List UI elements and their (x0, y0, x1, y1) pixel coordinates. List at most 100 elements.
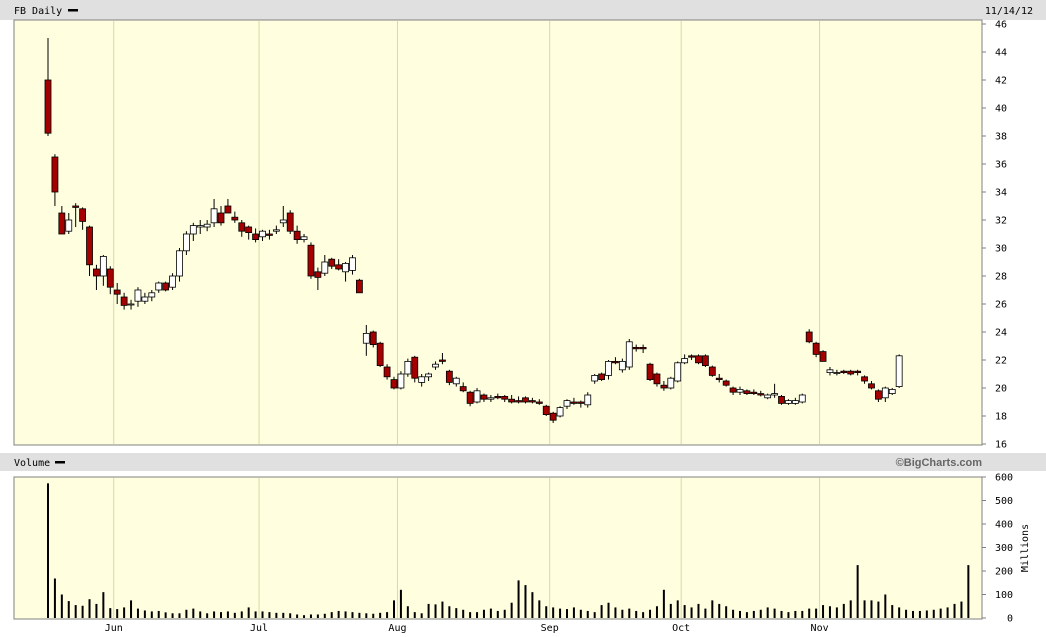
candle-body (743, 390, 751, 394)
volume-bar (171, 613, 174, 618)
volume-bar (53, 578, 56, 618)
volume-y-tick-label: 100 (995, 590, 1013, 601)
price-header-date: 11/14/12 (985, 6, 1033, 17)
volume-bar (275, 612, 278, 618)
price-header-bar (0, 0, 1046, 20)
candle (625, 339, 633, 370)
candle-body (861, 376, 868, 382)
candle-body (418, 376, 426, 383)
volume-bar (566, 609, 568, 618)
candle-body (791, 400, 799, 404)
volume-bar (732, 609, 735, 618)
candle-body (515, 400, 522, 403)
volume-panel-bg (13, 476, 983, 620)
price-y-tick-label: 30 (995, 244, 1007, 255)
volume-bar (607, 602, 610, 618)
volume-bar (808, 608, 811, 618)
volume-bar (828, 606, 831, 618)
candle-body (113, 289, 121, 295)
candle-body (819, 351, 827, 362)
candle-body (591, 374, 599, 382)
candle-body (605, 360, 612, 376)
volume-bar (780, 610, 783, 618)
volume-bar (455, 608, 458, 618)
candle (895, 354, 903, 388)
volume-bar (877, 601, 880, 618)
candle-body (750, 391, 758, 395)
candle-body (397, 373, 405, 389)
price-y-tick-label: 32 (995, 216, 1007, 227)
candle-body (771, 393, 778, 396)
candle-body (646, 363, 654, 381)
candle (798, 393, 806, 404)
volume-bar (856, 565, 859, 618)
volume-bar (427, 603, 430, 618)
volume-bar (835, 607, 838, 618)
candle-body (127, 303, 135, 306)
candle-body (722, 380, 730, 386)
candle-body (847, 370, 855, 375)
price-y-tick-label: 24 (995, 328, 1007, 339)
volume-bar (482, 609, 485, 618)
volume-bar (635, 610, 638, 618)
candle (522, 396, 529, 404)
volume-bar (718, 603, 721, 618)
volume-bar (150, 611, 153, 618)
volume-bar (282, 612, 285, 618)
volume-bar (47, 483, 49, 618)
volume-bar (642, 612, 645, 618)
candle-body (812, 342, 820, 355)
candle-body (778, 395, 785, 404)
volume-bar (579, 609, 582, 618)
candle-body (674, 362, 682, 382)
volume-bar (316, 614, 319, 618)
volume-bar (372, 613, 375, 618)
candle-body (653, 373, 661, 385)
candle-body (425, 373, 433, 378)
candle-body (881, 387, 889, 399)
candle-body (439, 359, 446, 362)
candle-body (390, 379, 398, 389)
candle-body (715, 377, 723, 381)
volume-bar (628, 608, 631, 618)
candle-body (196, 225, 204, 228)
volume-bar (766, 607, 769, 618)
volume-bar (842, 603, 845, 618)
volume-bar (303, 615, 306, 618)
candle-body (702, 355, 709, 366)
candle-body (529, 400, 536, 403)
candle (404, 358, 412, 377)
volume-bar (891, 605, 894, 618)
price-y-tick-label: 18 (995, 412, 1007, 423)
candle-body (473, 390, 481, 403)
volume-bar (531, 592, 534, 618)
candle-body (383, 366, 391, 378)
volume-bar (296, 614, 299, 618)
candle (556, 406, 564, 418)
volume-bar (649, 609, 652, 618)
candle-body (279, 219, 287, 224)
volume-bar (849, 600, 852, 618)
volume-bar (815, 608, 818, 618)
volume-bar (787, 612, 790, 618)
volume-y-tick-label: 500 (995, 496, 1013, 507)
candle-body (120, 296, 128, 306)
candle-body (577, 401, 585, 404)
candle-body (840, 370, 848, 374)
volume-bar (538, 600, 541, 618)
candle-body (667, 377, 675, 389)
candle-body (293, 230, 301, 240)
volume-bar (572, 607, 575, 618)
volume-bar (545, 606, 548, 618)
volume-bar (912, 610, 914, 618)
candle-body (868, 383, 875, 389)
candle-body (141, 296, 149, 302)
volume-bar (462, 609, 465, 618)
candle-body (508, 398, 516, 403)
candle-body (660, 384, 668, 389)
candle-body (342, 262, 349, 273)
volume-bar (918, 610, 921, 618)
x-tick-label: Jul (250, 623, 268, 634)
volume-bar (822, 605, 825, 618)
candle-body (252, 233, 260, 240)
